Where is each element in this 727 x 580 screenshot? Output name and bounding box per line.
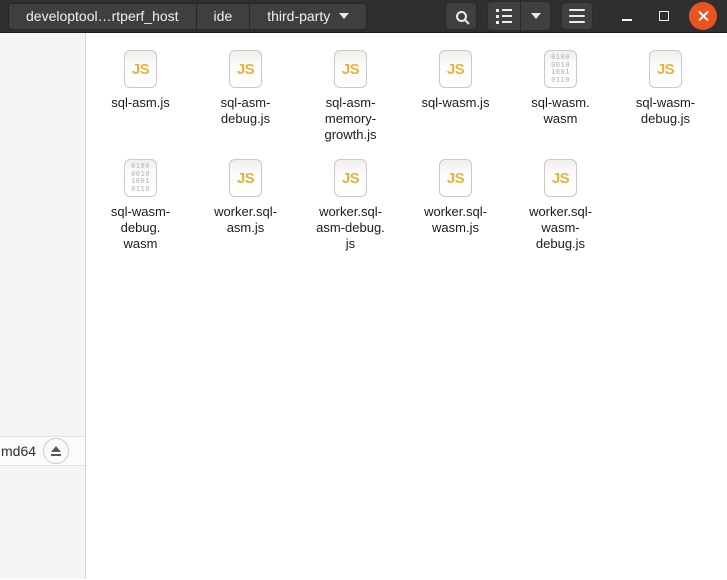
path-bar: developtool…rtperf_host ide third-party [8,3,367,30]
javascript-file-icon: JS [229,159,262,197]
eject-button[interactable] [43,438,69,464]
sidebar: md64 [0,33,86,579]
file-name-label: sql-wasm- debug. wasm [111,204,170,252]
menu-button[interactable] [561,2,593,30]
headerbar: developtool…rtperf_host ide third-party [0,0,727,33]
file-item[interactable]: JS worker.sql- asm.js [196,159,296,236]
view-options-group [487,1,551,31]
file-name-label: worker.sql- wasm.js [424,204,487,236]
javascript-file-icon: JS [334,159,367,197]
chevron-down-icon [339,13,349,19]
search-button[interactable] [445,2,477,30]
minimize-button[interactable] [615,4,639,28]
file-manager-window: developtool…rtperf_host ide third-party [0,0,727,580]
file-name-label: worker.sql- asm.js [214,204,277,236]
minimize-icon [622,19,632,21]
file-name-label: sql-asm.js [111,95,170,111]
file-item[interactable]: JS sql-asm- memory- growth.js [301,50,401,143]
file-name-label: worker.sql- wasm- debug.js [529,204,592,252]
file-item[interactable]: JS worker.sql- wasm- debug.js [511,159,611,252]
hamburger-menu-icon [569,9,585,23]
wasm-binary-file-icon: 0100 0010 1001 0110 [124,159,157,197]
javascript-file-icon: JS [439,50,472,88]
sidebar-item-volume[interactable]: md64 [0,436,85,466]
javascript-file-icon: JS [649,50,682,88]
file-item[interactable]: 0100 0010 1001 0110 sql-wasm- debug. wasm [91,159,191,252]
file-item[interactable]: JS sql-wasm- debug.js [616,50,716,127]
chevron-down-icon [531,13,541,19]
path-segment-label: third-party [267,8,330,24]
maximize-icon [659,11,669,21]
file-item[interactable]: 0100 0010 1001 0110 sql-wasm. wasm [511,50,611,127]
file-name-label: sql-wasm.js [422,95,490,111]
javascript-file-icon: JS [229,50,262,88]
list-view-button[interactable] [488,2,520,30]
file-name-label: sql-wasm. wasm [531,95,590,127]
path-segment-developtool[interactable]: developtool…rtperf_host [9,4,196,29]
file-item[interactable]: JS worker.sql- asm-debug. js [301,159,401,252]
eject-icon [51,446,61,452]
javascript-file-icon: JS [544,159,577,197]
javascript-file-icon: JS [334,50,367,88]
javascript-file-icon: JS [124,50,157,88]
file-name-label: sql-wasm- debug.js [636,95,695,127]
javascript-file-icon: JS [439,159,472,197]
file-name-label: worker.sql- asm-debug. js [316,204,385,252]
file-item[interactable]: JS sql-asm.js [91,50,191,111]
window-controls [615,2,727,30]
file-name-label: sql-asm- debug.js [221,95,271,127]
close-button[interactable] [689,2,717,30]
search-icon [456,11,467,22]
file-grid: JS sql-asm.js JS sql-asm- debug.js JS sql-asm… [88,50,718,268]
view-options-dropdown-button[interactable] [520,2,550,30]
file-item[interactable]: JS sql-asm- debug.js [196,50,296,127]
header-actions [445,1,593,31]
list-view-icon [496,9,512,24]
path-segment-ide[interactable]: ide [196,4,250,29]
file-item[interactable]: JS sql-wasm.js [406,50,506,111]
maximize-button[interactable] [652,4,676,28]
window-body: md64 JS sql-asm.js JS sql-asm- debug.js JS sq… [0,33,727,579]
wasm-binary-file-icon: 0100 0010 1001 0110 [544,50,577,88]
file-item[interactable]: JS worker.sql- wasm.js [406,159,506,236]
volume-label: md64 [1,443,36,459]
path-segment-third-party[interactable]: third-party [249,4,366,29]
file-name-label: sql-asm- memory- growth.js [324,95,376,143]
